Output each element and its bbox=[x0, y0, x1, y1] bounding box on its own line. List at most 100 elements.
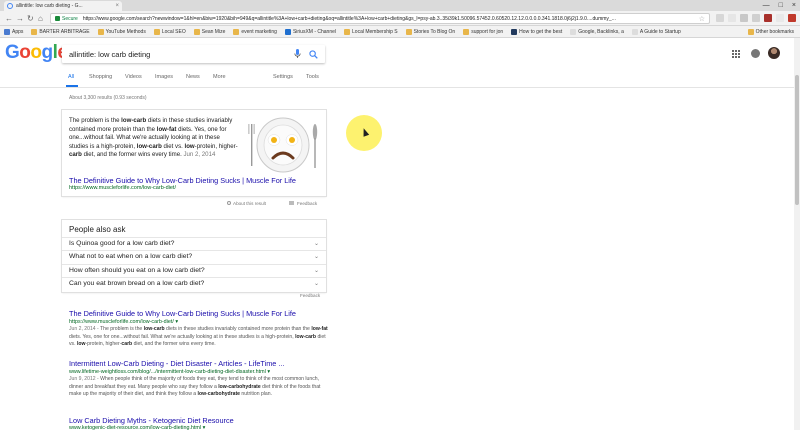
tab-settings[interactable]: Settings bbox=[273, 74, 293, 80]
bookmark-item[interactable]: SiriusXM - Channel bbox=[284, 28, 336, 35]
result-url: www.lifetime-weightloss.com/blog/.../int… bbox=[69, 369, 271, 375]
bookmark-item[interactable]: A Guide to Startup bbox=[631, 28, 681, 35]
extension-icon[interactable] bbox=[740, 14, 748, 22]
url-dropdown-icon[interactable]: ▾ bbox=[175, 319, 178, 325]
feedback-link[interactable]: Feedback bbox=[300, 293, 320, 298]
feedback-icon bbox=[289, 201, 294, 205]
extension-icon[interactable] bbox=[728, 14, 736, 22]
reload-button[interactable]: ↻ bbox=[27, 13, 34, 24]
forward-button[interactable]: → bbox=[16, 13, 24, 24]
result-title-link[interactable]: Low Carb Dieting Myths - Ketogenic Diet … bbox=[69, 416, 234, 425]
extension-icon[interactable] bbox=[776, 14, 784, 22]
bookmark-item[interactable]: Local Membership S bbox=[344, 28, 398, 35]
maximize-button[interactable]: □ bbox=[779, 1, 783, 10]
siriusxm-icon bbox=[284, 28, 291, 35]
search-box[interactable]: allintitle: low carb dieting bbox=[62, 45, 325, 63]
back-button[interactable]: ← bbox=[5, 13, 13, 24]
folder-icon bbox=[153, 28, 160, 35]
result-title-link[interactable]: Intermittent Low-Carb Dieting - Diet Dis… bbox=[69, 359, 284, 368]
tab-images[interactable]: Images bbox=[155, 74, 173, 80]
tab-tools[interactable]: Tools bbox=[306, 74, 319, 80]
paa-question[interactable]: What not to eat when on a low carb diet?… bbox=[62, 250, 326, 263]
notifications-icon[interactable] bbox=[751, 49, 760, 58]
url-text[interactable]: https://www.google.com/search?newwindow=… bbox=[83, 16, 697, 22]
snippet-title-link[interactable]: The Definitive Guide to Why Low-Carb Die… bbox=[69, 176, 296, 185]
logo-letter: o bbox=[30, 42, 42, 63]
info-icon bbox=[227, 201, 231, 205]
avatar[interactable] bbox=[768, 47, 780, 59]
result-stats: About 3,300 results (0.93 seconds) bbox=[69, 95, 147, 101]
paa-question[interactable]: Is Quinoa good for a low carb diet? ⌄ bbox=[62, 237, 326, 250]
result-url: https://www.muscleforlife.com/low-carb-d… bbox=[69, 319, 179, 325]
people-also-ask: People also ask Is Quinoa good for a low… bbox=[62, 220, 326, 292]
search-input[interactable]: allintitle: low carb dieting bbox=[69, 50, 291, 59]
home-button[interactable]: ⌂ bbox=[38, 13, 43, 24]
extension-icon[interactable] bbox=[764, 14, 772, 22]
page-icon bbox=[570, 28, 577, 35]
bookmark-item[interactable]: event marketing bbox=[233, 28, 277, 35]
bookmark-item[interactable]: BARTER ARBITRAGE bbox=[31, 28, 90, 35]
microphone-icon[interactable] bbox=[291, 48, 303, 60]
about-this-result-link[interactable]: About this result bbox=[233, 201, 266, 206]
bookmark-item[interactable]: Stories To Blog On bbox=[405, 28, 455, 35]
bookmark-star-icon[interactable]: ☆ bbox=[699, 15, 705, 23]
feedback-link[interactable]: Feedback bbox=[297, 201, 317, 206]
address-bar[interactable]: Secure https://www.google.com/search?new… bbox=[50, 13, 710, 24]
other-bookmarks[interactable]: Other bookmarks bbox=[747, 26, 794, 38]
chevron-down-icon: ⌄ bbox=[313, 241, 319, 247]
active-tab-indicator bbox=[66, 85, 78, 87]
bookmark-item[interactable]: Google, Backlinks, a bbox=[570, 28, 624, 35]
browser-tab[interactable]: allintitle: low carb dieting - G... × bbox=[4, 1, 122, 11]
folder-icon bbox=[97, 28, 104, 35]
extension-icon[interactable] bbox=[752, 14, 760, 22]
folder-icon bbox=[233, 28, 240, 35]
result-snippet: Jun 2, 2014 - The problem is the low-car… bbox=[69, 326, 328, 348]
folder-icon bbox=[193, 28, 200, 35]
result-snippet: Jun 9, 2012 - When people think of the m… bbox=[69, 376, 321, 398]
minimize-button[interactable]: — bbox=[763, 1, 770, 10]
featured-snippet: The problem is the low-carb diets in the… bbox=[62, 110, 326, 196]
page-icon bbox=[511, 28, 518, 35]
result-title-link[interactable]: The Definitive Guide to Why Low-Carb Die… bbox=[69, 309, 296, 318]
search-icon[interactable] bbox=[307, 48, 319, 60]
scrollbar-thumb[interactable] bbox=[795, 75, 799, 205]
extension-icons bbox=[716, 14, 800, 22]
bookmark-item[interactable]: Local SEO bbox=[153, 28, 186, 35]
url-dropdown-icon[interactable]: ▾ bbox=[203, 425, 206, 431]
tab-shopping[interactable]: Shopping bbox=[89, 74, 112, 80]
bookmark-item[interactable]: support for jon bbox=[463, 28, 503, 35]
extension-icon[interactable] bbox=[716, 14, 724, 22]
tab-videos[interactable]: Videos bbox=[125, 74, 142, 80]
bookmark-item[interactable]: Sean Mize bbox=[193, 28, 225, 35]
tab-more[interactable]: More bbox=[213, 74, 226, 80]
result-url: www.ketogenic-diet-resource.com/low-carb… bbox=[69, 425, 206, 431]
folder-icon bbox=[344, 28, 351, 35]
secure-label: Secure bbox=[62, 15, 78, 22]
close-window-button[interactable]: × bbox=[792, 1, 796, 10]
apps-icon bbox=[4, 28, 10, 35]
url-dropdown-icon[interactable]: ▾ bbox=[267, 369, 270, 375]
bookmark-item[interactable]: How to get the best bbox=[511, 28, 562, 35]
window-controls: — □ × bbox=[763, 1, 796, 10]
bookmark-apps[interactable]: Apps bbox=[4, 28, 23, 35]
folder-icon bbox=[747, 29, 754, 35]
tab-title: allintitle: low carb dieting - G... bbox=[16, 3, 83, 9]
sad-plate-image[interactable] bbox=[243, 114, 323, 176]
folder-icon bbox=[405, 28, 412, 35]
paa-question[interactable]: How often should you eat on a low carb d… bbox=[62, 264, 326, 277]
logo-letter: G bbox=[5, 42, 20, 63]
chevron-down-icon: ⌄ bbox=[313, 254, 319, 260]
paa-heading: People also ask bbox=[69, 225, 126, 234]
tab-all[interactable]: All bbox=[68, 74, 74, 80]
google-logo[interactable]: Google bbox=[5, 42, 68, 64]
search-tabs: All Shopping Videos Images News More Set… bbox=[0, 70, 800, 88]
extension-icon[interactable] bbox=[788, 14, 796, 22]
google-apps-icon[interactable] bbox=[732, 50, 740, 58]
tab-close-icon[interactable]: × bbox=[115, 3, 119, 9]
bookmarks-bar: Apps BARTER ARBITRAGE YouTube Methods Lo… bbox=[0, 26, 800, 38]
paa-question[interactable]: Can you eat brown bread on a low carb di… bbox=[62, 277, 326, 290]
logo-letter: g bbox=[41, 42, 54, 63]
page-icon bbox=[631, 28, 638, 35]
tab-news[interactable]: News bbox=[186, 74, 200, 80]
bookmark-item[interactable]: YouTube Methods bbox=[97, 28, 146, 35]
